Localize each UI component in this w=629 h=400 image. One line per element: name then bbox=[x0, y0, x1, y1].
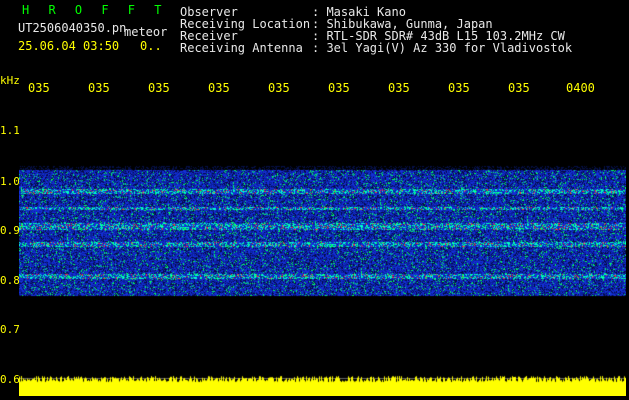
counter-label: 0.. bbox=[140, 39, 162, 53]
time-tick-6: 035 bbox=[388, 81, 410, 95]
spectrogram bbox=[19, 96, 626, 396]
freq-tick-3: 0.8 bbox=[0, 274, 20, 287]
time-tick-0: 035 bbox=[28, 81, 50, 95]
time-tick-1: 035 bbox=[88, 81, 110, 95]
freq-tick-2: 0.9 bbox=[0, 224, 20, 237]
freq-tick-0: 1.1 bbox=[0, 124, 20, 137]
time-tick-7: 035 bbox=[448, 81, 470, 95]
time-tick-8: 035 bbox=[508, 81, 530, 95]
filename-label: UT2506040350.pn bbox=[18, 21, 127, 35]
unit-label: kHz bbox=[0, 74, 20, 87]
antenna-label: Receiving Antenna bbox=[180, 41, 303, 55]
time-tick-5: 035 bbox=[328, 81, 350, 95]
spectrogram-canvas bbox=[19, 96, 626, 396]
freq-tick-5: 0.6 bbox=[0, 373, 20, 386]
time-tick-2: 035 bbox=[148, 81, 170, 95]
datetime-label: 25.06.04 03:50 bbox=[18, 39, 120, 53]
time-tick-9: 0400 bbox=[566, 81, 595, 95]
header-panel: H R O F F T UT2506040350.pn meteor 25.06… bbox=[0, 0, 629, 70]
brand-title: H R O F F T bbox=[22, 3, 168, 17]
freq-tick-1: 1.0 bbox=[0, 175, 20, 188]
freq-tick-4: 0.7 bbox=[0, 323, 20, 336]
detector-label: meteor bbox=[124, 25, 168, 39]
time-tick-4: 035 bbox=[268, 81, 290, 95]
antenna-value: : 3el Yagi(V) Az 330 for Vladivostok bbox=[312, 41, 573, 55]
time-tick-3: 035 bbox=[208, 81, 230, 95]
